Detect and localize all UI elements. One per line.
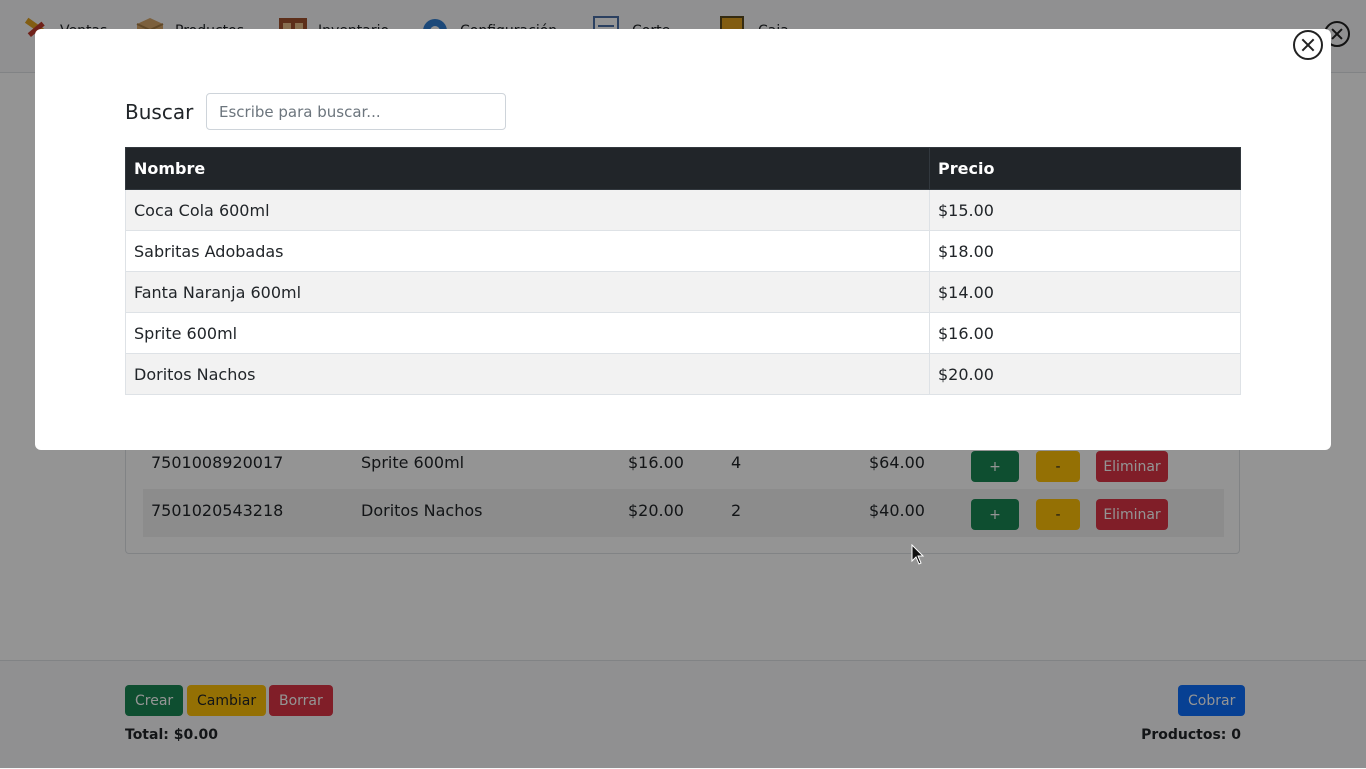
column-header-name[interactable]: Nombre xyxy=(125,147,930,190)
product-price[interactable]: $20.00 xyxy=(929,353,1241,395)
product-price[interactable]: $15.00 xyxy=(929,189,1241,231)
table-row[interactable]: Sabritas Adobadas $18.00 xyxy=(125,230,1241,272)
product-price[interactable]: $14.00 xyxy=(929,271,1241,313)
product-name[interactable]: Sprite 600ml xyxy=(125,312,930,354)
product-search-modal: Buscar Nombre Precio Coca Cola 600ml $15… xyxy=(35,29,1331,450)
table-row[interactable]: Doritos Nachos $20.00 xyxy=(125,353,1241,395)
search-label: Buscar xyxy=(125,100,194,124)
product-table: Nombre Precio Coca Cola 600ml $15.00 Sab… xyxy=(125,147,1241,395)
product-name[interactable]: Fanta Naranja 600ml xyxy=(125,271,930,313)
product-name[interactable]: Doritos Nachos xyxy=(125,353,930,395)
mouse-cursor-icon xyxy=(911,544,925,565)
product-name[interactable]: Sabritas Adobadas xyxy=(125,230,930,272)
close-icon[interactable] xyxy=(1293,30,1323,60)
table-row[interactable]: Coca Cola 600ml $15.00 xyxy=(125,189,1241,231)
product-price[interactable]: $18.00 xyxy=(929,230,1241,272)
search-input[interactable] xyxy=(206,93,506,130)
product-price[interactable]: $16.00 xyxy=(929,312,1241,354)
table-header-row: Nombre Precio xyxy=(125,147,1241,190)
column-header-price[interactable]: Precio xyxy=(929,147,1241,190)
table-row[interactable]: Sprite 600ml $16.00 xyxy=(125,312,1241,354)
product-name[interactable]: Coca Cola 600ml xyxy=(125,189,930,231)
table-row[interactable]: Fanta Naranja 600ml $14.00 xyxy=(125,271,1241,313)
